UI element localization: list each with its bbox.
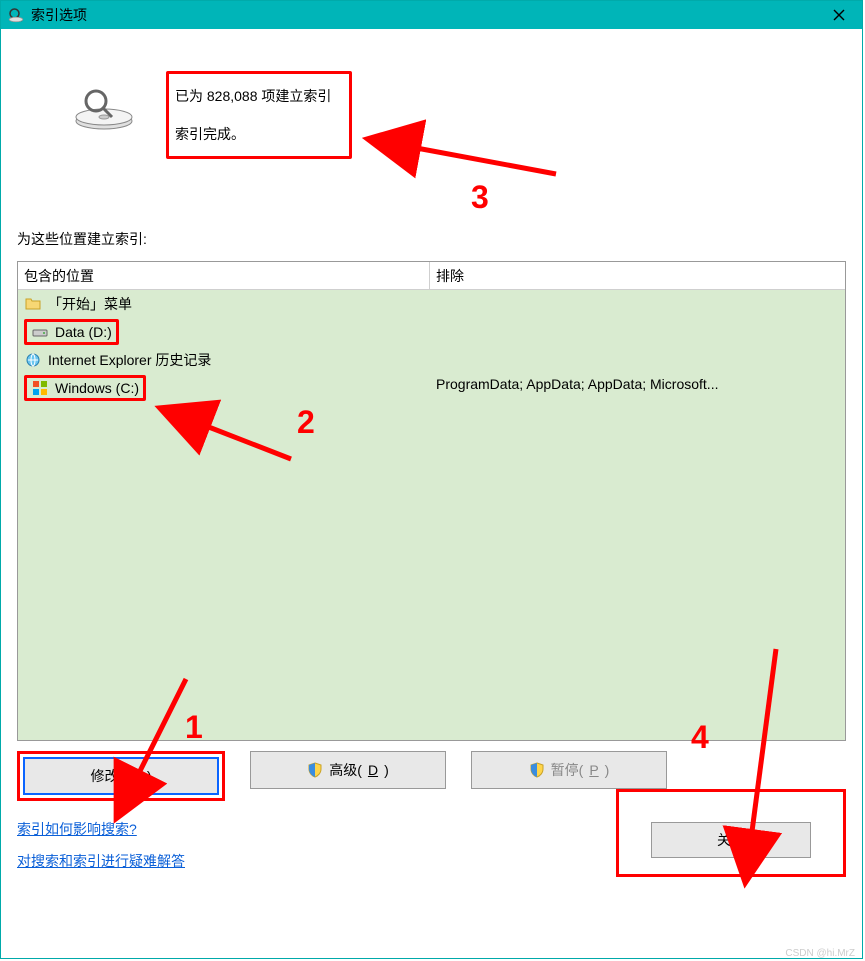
watermark: CSDN @hi.MrZ — [785, 948, 855, 959]
advanced-button[interactable]: 高级(D) — [250, 751, 446, 789]
line1-suffix: 项建立索引 — [258, 88, 332, 104]
row-label: Data (D:) — [55, 324, 112, 340]
window: 索引选项 已为 828,088 项建立索引 索引完成。 — [0, 0, 863, 959]
table-row[interactable]: Internet Explorer 历史记录 — [18, 346, 430, 374]
disk-search-icon — [72, 85, 136, 136]
line1-prefix: 已为 — [175, 88, 207, 104]
windows-drive-icon — [31, 379, 49, 397]
table-row[interactable]: Windows (C:) — [18, 374, 430, 402]
annotation-number-2: 2 — [297, 404, 315, 441]
index-options-icon — [7, 6, 25, 24]
row-label: Internet Explorer 历史记录 — [48, 350, 211, 370]
column-header-excluded[interactable]: 排除 — [430, 262, 845, 289]
titlebar: 索引选项 — [1, 1, 862, 29]
shield-icon — [529, 762, 545, 778]
window-title: 索引选项 — [31, 5, 87, 25]
column-header-included[interactable]: 包含的位置 — [18, 262, 430, 289]
folder-icon — [24, 295, 42, 313]
drive-icon — [31, 323, 49, 341]
index-complete-line: 索引完成。 — [175, 124, 331, 144]
status-box: 已为 828,088 项建立索引 索引完成。 — [166, 71, 352, 159]
annotation-number-4: 4 — [691, 719, 709, 756]
locations-label: 为这些位置建立索引: — [17, 229, 846, 249]
exclude-text: ProgramData; AppData; AppData; Microsoft… — [436, 294, 839, 392]
table-row[interactable]: 「开始」菜单 — [18, 290, 430, 318]
pause-button[interactable]: 暂停(P) — [471, 751, 667, 789]
annotation-number-1: 1 — [185, 709, 203, 746]
table-row[interactable]: Data (D:) — [18, 318, 430, 346]
annotation-number-3: 3 — [471, 179, 489, 216]
row-label: Windows (C:) — [55, 380, 139, 396]
indexed-count: 828,088 — [207, 88, 258, 104]
indexed-count-line: 已为 828,088 项建立索引 — [175, 86, 331, 106]
close-window-button[interactable] — [816, 1, 862, 29]
row-label: 「开始」菜单 — [48, 294, 132, 314]
shield-icon — [307, 762, 323, 778]
close-button[interactable]: 关闭 — [651, 822, 811, 858]
ie-icon — [24, 351, 42, 369]
modify-button[interactable]: 修改(M) — [23, 757, 219, 795]
content-area: 已为 828,088 项建立索引 索引完成。 为这些位置建立索引: 包含的位置 … — [1, 29, 862, 893]
locations-table: 包含的位置 排除 「开始」菜单 — [17, 261, 846, 741]
